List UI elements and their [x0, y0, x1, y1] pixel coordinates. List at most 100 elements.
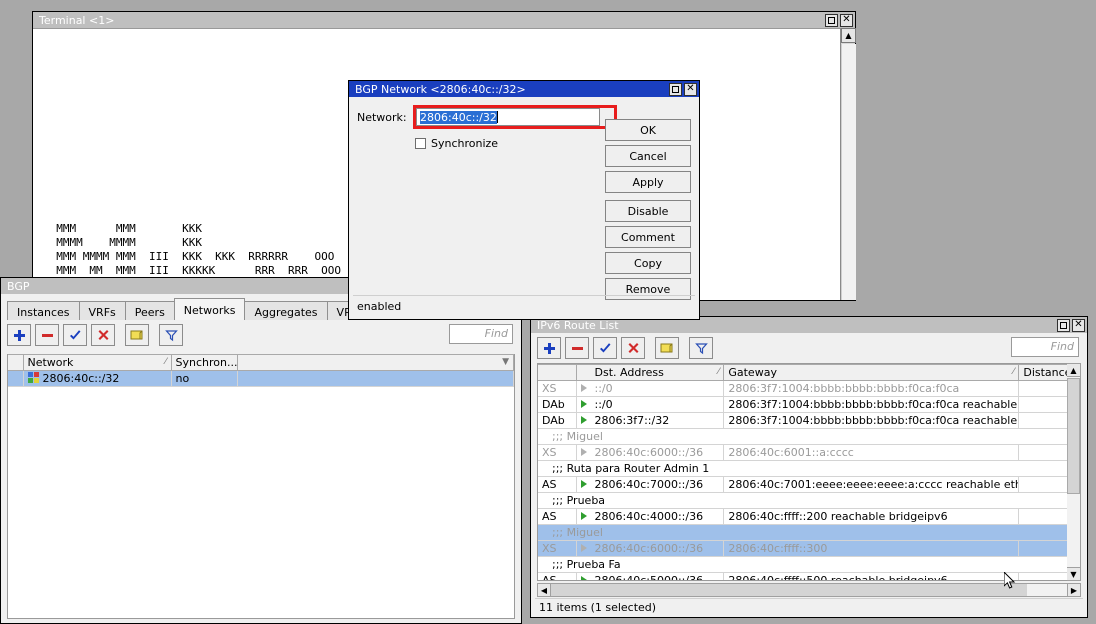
tab-instances[interactable]: Instances: [7, 301, 80, 320]
terminal-titlebar[interactable]: Terminal <1> ✕: [33, 12, 855, 28]
comment-row[interactable]: ;;; Ruta para Router Admin 1: [538, 461, 1080, 477]
sort-ascending-icon: ⁄: [165, 357, 167, 367]
dialog-titlebar[interactable]: BGP Network <2806:40c::/32> ✕: [349, 81, 699, 97]
disable-button[interactable]: Disable: [605, 200, 691, 222]
disable-button[interactable]: [91, 324, 115, 346]
terminal-window-buttons[interactable]: ✕: [825, 14, 853, 27]
bgp-toolbar[interactable]: Find: [1, 320, 521, 350]
scroll-left-icon[interactable]: ◀: [538, 584, 551, 596]
network-label: Network:: [357, 111, 413, 124]
close-icon[interactable]: ✕: [1072, 319, 1085, 332]
network-input[interactable]: 2806:40c::/32: [416, 108, 600, 126]
chevron-down-icon[interactable]: ▼: [502, 357, 509, 367]
comment-icon[interactable]: [655, 337, 679, 359]
comment-row[interactable]: ;;; Miguel: [538, 429, 1080, 445]
vscroll-thumb[interactable]: [1067, 378, 1080, 494]
bgp-window[interactable]: BGP Instances VRFs Peers Networks Aggreg…: [0, 277, 522, 624]
arrow-right-icon-disabled: [581, 384, 587, 392]
scroll-up-icon[interactable]: ▲: [841, 28, 856, 43]
find-input[interactable]: Find: [449, 324, 513, 344]
bgp-network-dialog[interactable]: BGP Network <2806:40c::/32> ✕ Network: 2…: [348, 80, 700, 320]
table-row[interactable]: XS2806:40c:6000::/362806:40c:6001::a:ccc…: [538, 445, 1080, 461]
bgp-table-header[interactable]: Network⁄ Synchron... ▼: [8, 355, 514, 371]
route-dst-address: 2806:3f7::/32: [591, 413, 724, 429]
table-row[interactable]: AS2806:40c:7000::/362806:40c:7001:eeee:e…: [538, 477, 1080, 493]
bgp-col-network[interactable]: Network⁄: [23, 355, 171, 371]
comment-row[interactable]: ;;; Prueba: [538, 493, 1080, 509]
maximize-icon[interactable]: [825, 14, 838, 27]
close-icon[interactable]: ✕: [684, 83, 697, 96]
terminal-scroll-track[interactable]: [841, 44, 856, 300]
ipv6-route-list-window[interactable]: IPv6 Route List ✕: [530, 316, 1088, 618]
tab-vrfs[interactable]: VRFs: [79, 301, 126, 320]
synchronize-checkbox[interactable]: [415, 138, 426, 149]
sort-ascending-icon: ⁄: [1013, 367, 1015, 377]
bgp-row-network[interactable]: 2806:40c::/32: [23, 371, 171, 387]
dialog-window-buttons[interactable]: ✕: [669, 83, 697, 96]
scroll-up-icon[interactable]: ▲: [1067, 364, 1080, 377]
table-row[interactable]: XS2806:40c:6000::/362806:40c:ffff::300: [538, 541, 1080, 557]
route-col-arrow[interactable]: [576, 365, 590, 381]
route-table-body[interactable]: XS::/02806:3f7:1004:bbbb:bbbb:bbbb:f0ca:…: [538, 381, 1080, 582]
scroll-right-icon[interactable]: ▶: [1067, 584, 1080, 596]
bgp-table-body[interactable]: 2806:40c::/32 no: [8, 371, 514, 387]
route-gateway: 2806:40c:ffff::300: [724, 541, 1019, 557]
comment-icon[interactable]: [125, 324, 149, 346]
route-flags: DAb: [538, 413, 576, 429]
comment-row[interactable]: ;;; Prueba Fa: [538, 557, 1080, 573]
route-table-header[interactable]: Dst. Address⁄ Gateway⁄ Distance: [538, 365, 1080, 381]
apply-button[interactable]: Apply: [605, 171, 691, 193]
comment-button[interactable]: Comment: [605, 226, 691, 248]
remove-button[interactable]: [35, 324, 59, 346]
table-row[interactable]: DAb2806:3f7::/322806:3f7:1004:bbbb:bbbb:…: [538, 413, 1080, 429]
route-table[interactable]: Dst. Address⁄ Gateway⁄ Distance XS::/028…: [537, 363, 1081, 581]
copy-button[interactable]: Copy: [605, 252, 691, 274]
terminal-scrollbar[interactable]: ▲: [840, 28, 855, 300]
terminal-title: Terminal <1>: [39, 14, 825, 27]
disable-button[interactable]: [621, 337, 645, 359]
bgp-networks-table[interactable]: Network⁄ Synchron... ▼ 2806:40c::/32 no: [7, 354, 515, 619]
route-col-flags[interactable]: [538, 365, 576, 381]
route-gateway: 2806:40c:6001::a:cccc: [724, 445, 1019, 461]
find-input[interactable]: Find: [1011, 337, 1079, 357]
tab-aggregates[interactable]: Aggregates: [244, 301, 327, 320]
table-row[interactable]: 2806:40c::/32 no: [8, 371, 514, 387]
enable-button[interactable]: [63, 324, 87, 346]
route-horizontal-scrollbar[interactable]: ◀ ▶: [537, 583, 1081, 597]
route-vertical-scrollbar[interactable]: ▲ ▼: [1067, 363, 1081, 581]
table-row[interactable]: AS2806:40c:5000::/362806:40c:ffff::500 r…: [538, 573, 1080, 582]
route-flags: XS: [538, 381, 576, 397]
ok-button[interactable]: OK: [605, 119, 691, 141]
maximize-icon[interactable]: [669, 83, 682, 96]
hscroll-thumb[interactable]: [551, 584, 1027, 596]
table-row[interactable]: XS::/02806:3f7:1004:bbbb:bbbb:bbbb:f0ca:…: [538, 381, 1080, 397]
table-row[interactable]: DAb::/02806:3f7:1004:bbbb:bbbb:bbbb:f0ca…: [538, 397, 1080, 413]
enable-button[interactable]: [593, 337, 617, 359]
comment-text: ;;; Ruta para Router Admin 1: [538, 461, 1080, 477]
remove-button[interactable]: [565, 337, 589, 359]
route-toolbar[interactable]: Find: [531, 333, 1087, 363]
scroll-down-icon[interactable]: ▼: [1067, 567, 1080, 580]
add-button[interactable]: [537, 337, 561, 359]
tab-peers[interactable]: Peers: [125, 301, 175, 320]
comment-row[interactable]: ;;; Miguel: [538, 525, 1080, 541]
route-dst-address: ::/0: [591, 381, 724, 397]
bgp-col-flag[interactable]: [8, 355, 23, 371]
route-arrow-icon: [576, 573, 590, 582]
bgp-col-menu[interactable]: ▼: [237, 355, 514, 371]
arrow-right-icon: [581, 416, 587, 424]
bgp-col-synchronize[interactable]: Synchron...: [171, 355, 237, 371]
maximize-icon[interactable]: [1057, 319, 1070, 332]
route-col-dst-address[interactable]: Dst. Address⁄: [591, 365, 724, 381]
close-icon[interactable]: ✕: [840, 14, 853, 27]
tab-networks[interactable]: Networks: [174, 298, 246, 320]
route-window-buttons[interactable]: ✕: [1057, 319, 1085, 332]
route-arrow-icon: [576, 381, 590, 397]
table-row[interactable]: AS2806:40c:4000::/362806:40c:ffff::200 r…: [538, 509, 1080, 525]
route-col-gateway[interactable]: Gateway⁄: [724, 365, 1019, 381]
filter-icon[interactable]: [159, 324, 183, 346]
add-button[interactable]: [7, 324, 31, 346]
cancel-button[interactable]: Cancel: [605, 145, 691, 167]
dialog-button-column[interactable]: OK Cancel Apply Disable Comment Copy Rem…: [605, 119, 691, 304]
filter-icon[interactable]: [689, 337, 713, 359]
